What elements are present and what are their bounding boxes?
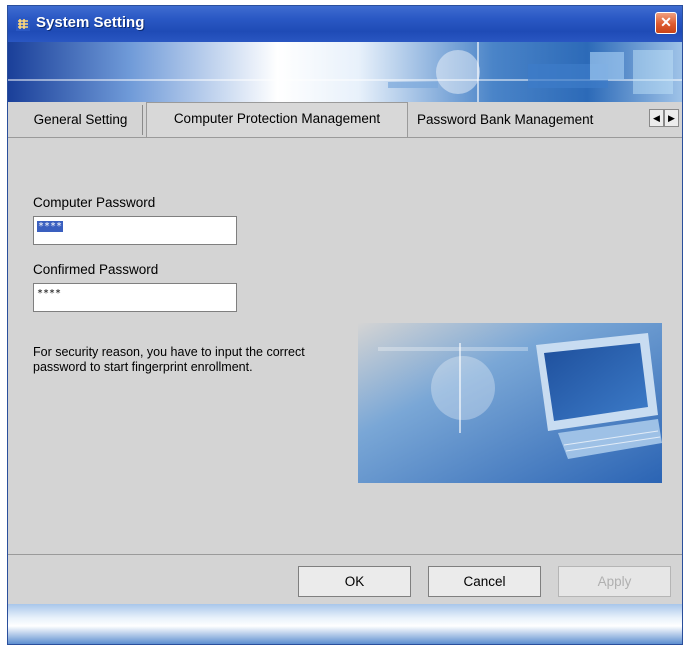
tab-password-bank-management[interactable]: Password Bank Management: [410, 105, 636, 135]
banner-graphic: [8, 42, 682, 102]
tab-computer-protection-management[interactable]: Computer Protection Management: [146, 102, 408, 138]
tab-scroll-left-button[interactable]: ◀: [649, 109, 664, 127]
computer-password-label: Computer Password: [33, 195, 156, 210]
tab-scroll-right-button[interactable]: ▶: [664, 109, 679, 127]
dialog-footer: OK Cancel Apply: [8, 554, 682, 605]
close-icon: ✕: [660, 14, 672, 30]
ok-button[interactable]: OK: [298, 566, 411, 597]
computer-password-field[interactable]: ****: [33, 216, 237, 245]
window-title: System Setting: [36, 14, 145, 31]
arrow-left-icon: ◀: [653, 113, 660, 123]
bottom-decorative-band: [8, 604, 682, 644]
close-button[interactable]: ✕: [655, 12, 677, 34]
apply-button[interactable]: Apply: [558, 566, 671, 597]
computer-monitor-illustration: [358, 323, 662, 483]
tab-strip: General Setting Computer Protection Mana…: [8, 102, 682, 138]
cancel-button[interactable]: Cancel: [428, 566, 541, 597]
arrow-right-icon: ▶: [668, 113, 675, 123]
confirmed-password-field[interactable]: ****: [33, 283, 237, 312]
computer-password-value: ****: [37, 221, 64, 232]
security-info-text: For security reason, you have to input t…: [33, 345, 305, 374]
header-banner: [8, 42, 682, 102]
confirmed-password-value: ****: [37, 288, 62, 299]
title-bar[interactable]: System Setting ✕: [8, 6, 682, 42]
system-setting-window: System Setting ✕ General Setting Compute…: [7, 5, 683, 645]
confirmed-password-label: Confirmed Password: [33, 262, 159, 277]
app-icon: [16, 17, 30, 31]
tab-general-setting[interactable]: General Setting: [19, 105, 143, 135]
tab-panel: Computer Password **** Confirmed Passwor…: [8, 137, 682, 554]
